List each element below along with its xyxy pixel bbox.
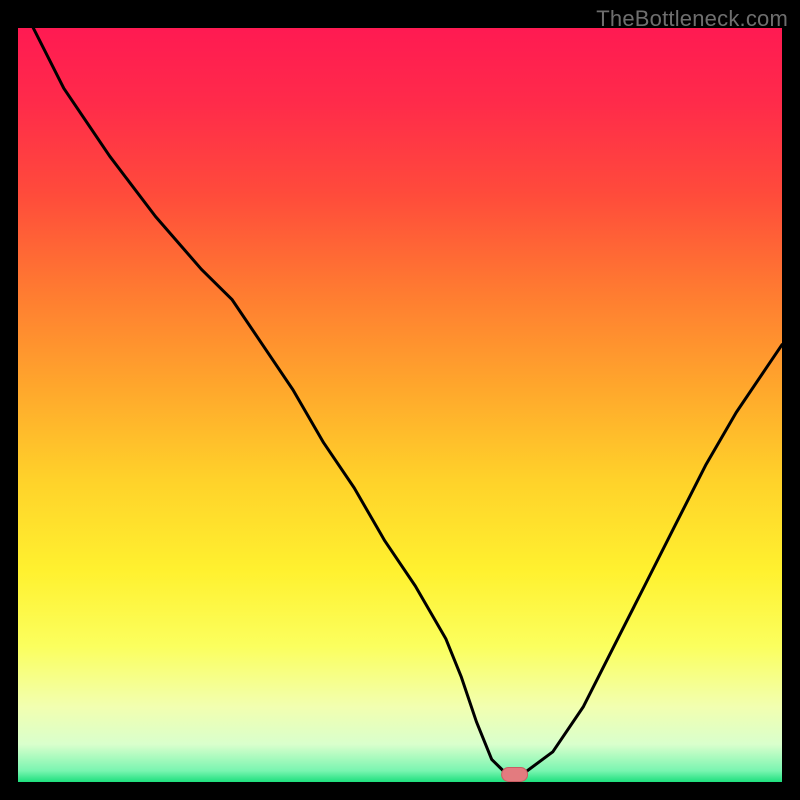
chart-frame: TheBottleneck.com: [0, 0, 800, 800]
plot-area: [18, 28, 782, 782]
watermark-text: TheBottleneck.com: [596, 6, 788, 32]
gradient-background: [18, 28, 782, 782]
bottleneck-marker: [502, 768, 528, 782]
bottleneck-chart: [18, 28, 782, 782]
